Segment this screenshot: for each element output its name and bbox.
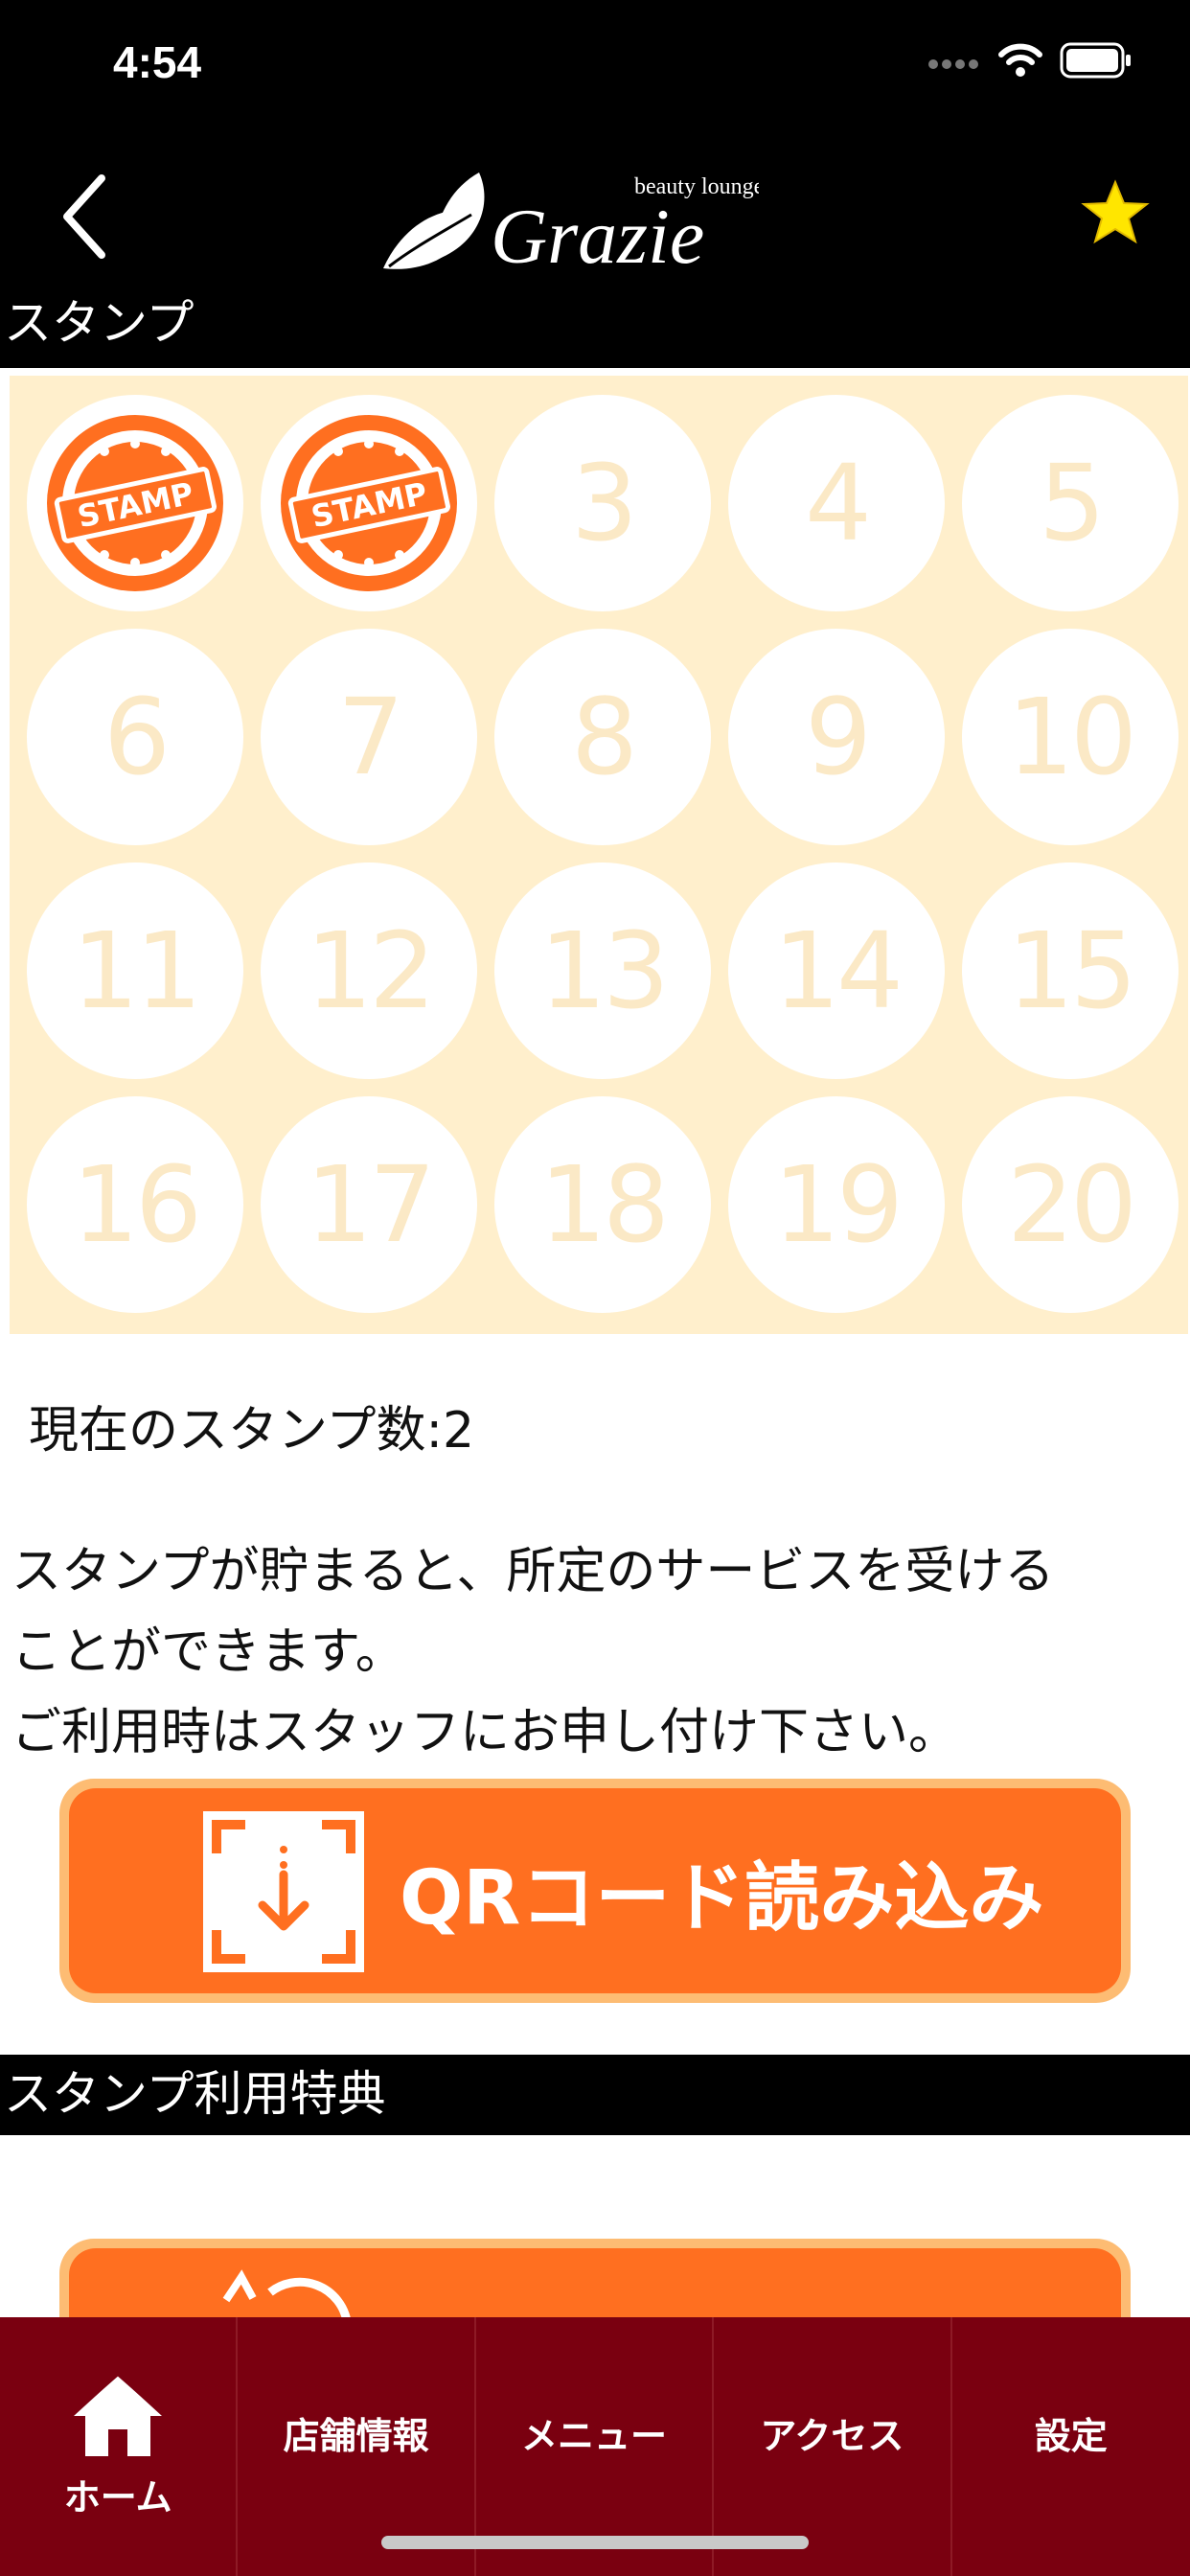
tab-home[interactable]: ホーム	[0, 2317, 239, 2576]
stamp-number: 15	[1007, 909, 1137, 1032]
stamp-cell-stamped: STAMP	[261, 395, 477, 611]
home-indicator	[381, 2536, 809, 2549]
stamp-number: 16	[72, 1143, 202, 1266]
stamp-number: 11	[72, 909, 202, 1032]
back-button[interactable]	[50, 163, 126, 268]
tab-label: メニュー	[520, 2414, 667, 2457]
stamp-grid: STAMP STAMP 3 4 5 6 7 8 9 10 11 12 13 14 15 16 17 18 19 20	[27, 395, 1179, 1313]
qr-scan-button-face: QRコード読み込み	[69, 1788, 1121, 1993]
benefits-title: スタンプ利用特典	[4, 2066, 386, 2122]
stamp-number: 20	[1007, 1143, 1137, 1266]
info-line: ご利用時はスタッフにお申し付け下さい。	[11, 1704, 959, 1761]
qr-scan-button[interactable]: QRコード読み込み	[59, 1779, 1131, 2003]
signal-icon	[928, 59, 978, 69]
info-line: スタンプが貯まると、所定のサービスを受ける	[11, 1543, 1055, 1600]
status-icons	[927, 42, 1133, 79]
stamp-number: 7	[337, 676, 404, 798]
stamp-cell-empty: 16	[27, 1096, 243, 1313]
stamp-cell-empty: 4	[728, 395, 945, 611]
stamp-cell-empty: 14	[728, 862, 945, 1079]
stamp-number: 17	[306, 1143, 436, 1266]
stamp-number: 4	[805, 442, 872, 564]
logo-text: Grazie	[491, 193, 704, 280]
home-icon	[70, 2370, 166, 2456]
stamp-number: 10	[1007, 676, 1137, 798]
stamp-cell-empty: 10	[962, 629, 1179, 845]
qr-scan-icon	[203, 1811, 364, 1972]
tab-label: 設定	[1034, 2414, 1108, 2457]
leaf-logo-icon: beauty lounge Grazie	[383, 172, 764, 280]
tab-label: アクセス	[760, 2414, 904, 2457]
stamp-icon: STAMP	[281, 415, 457, 591]
stamp-number: 14	[773, 909, 904, 1032]
stamp-card: STAMP STAMP 3 4 5 6 7 8 9 10 11 12 13 14 15 16 17 18 19 20	[10, 376, 1188, 1334]
stamp-cell-empty: 15	[962, 862, 1179, 1079]
stamp-cell-empty: 11	[27, 862, 243, 1079]
stamp-count: 現在のスタンプ数:2	[29, 1402, 475, 1460]
app-header: beauty lounge Grazie スタンプ	[0, 134, 1190, 368]
tab-label: ホーム	[63, 2475, 172, 2518]
qr-scan-label: QRコード読み込み	[400, 1855, 1044, 1942]
stamp-cell-empty: 8	[494, 629, 711, 845]
stamp-cell-empty: 13	[494, 862, 711, 1079]
stamp-cell-stamped: STAMP	[27, 395, 243, 611]
status-bar: 4:54	[0, 0, 1190, 134]
stamp-cell-empty: 3	[494, 395, 711, 611]
stamp-cell-empty: 17	[261, 1096, 477, 1313]
stamp-cell-empty: 9	[728, 629, 945, 845]
stamp-number: 3	[571, 442, 638, 564]
stamp-cell-empty: 5	[962, 395, 1179, 611]
benefits-header: スタンプ利用特典	[0, 2055, 1190, 2135]
stamp-cell-empty: 20	[962, 1096, 1179, 1313]
battery-icon	[1060, 42, 1131, 79]
stamp-cell-empty: 12	[261, 862, 477, 1079]
status-time: 4:54	[113, 37, 202, 87]
stamp-info-text: スタンプが貯まると、所定のサービスを受ける ことができます。 ご利用時はスタッフ…	[11, 1531, 1180, 1773]
star-icon	[1081, 179, 1150, 244]
tab-settings[interactable]: 設定	[952, 2317, 1190, 2576]
brand-logo: beauty lounge Grazie	[376, 155, 764, 289]
tab-label: 店舗情報	[283, 2414, 429, 2457]
stamp-number: 5	[1039, 442, 1106, 564]
wifi-icon	[998, 43, 1042, 77]
stamp-number: 8	[571, 676, 638, 798]
stamp-number: 18	[539, 1143, 670, 1266]
stamp-number: 6	[103, 676, 171, 798]
stamp-cell-empty: 18	[494, 1096, 711, 1313]
info-line: ことができます。	[11, 1623, 405, 1681]
favorite-button[interactable]	[1079, 176, 1152, 249]
stamp-cell-empty: 6	[27, 629, 243, 845]
stamp-number: 19	[773, 1143, 904, 1266]
stamp-number: 13	[539, 909, 670, 1032]
stamp-number: 12	[306, 909, 436, 1032]
stamp-cell-empty: 19	[728, 1096, 945, 1313]
page-title: スタンプ	[4, 295, 195, 351]
stamp-number: 9	[805, 676, 872, 798]
stamp-icon: STAMP	[47, 415, 223, 591]
chevron-left-icon	[63, 174, 105, 259]
stamp-cell-empty: 7	[261, 629, 477, 845]
